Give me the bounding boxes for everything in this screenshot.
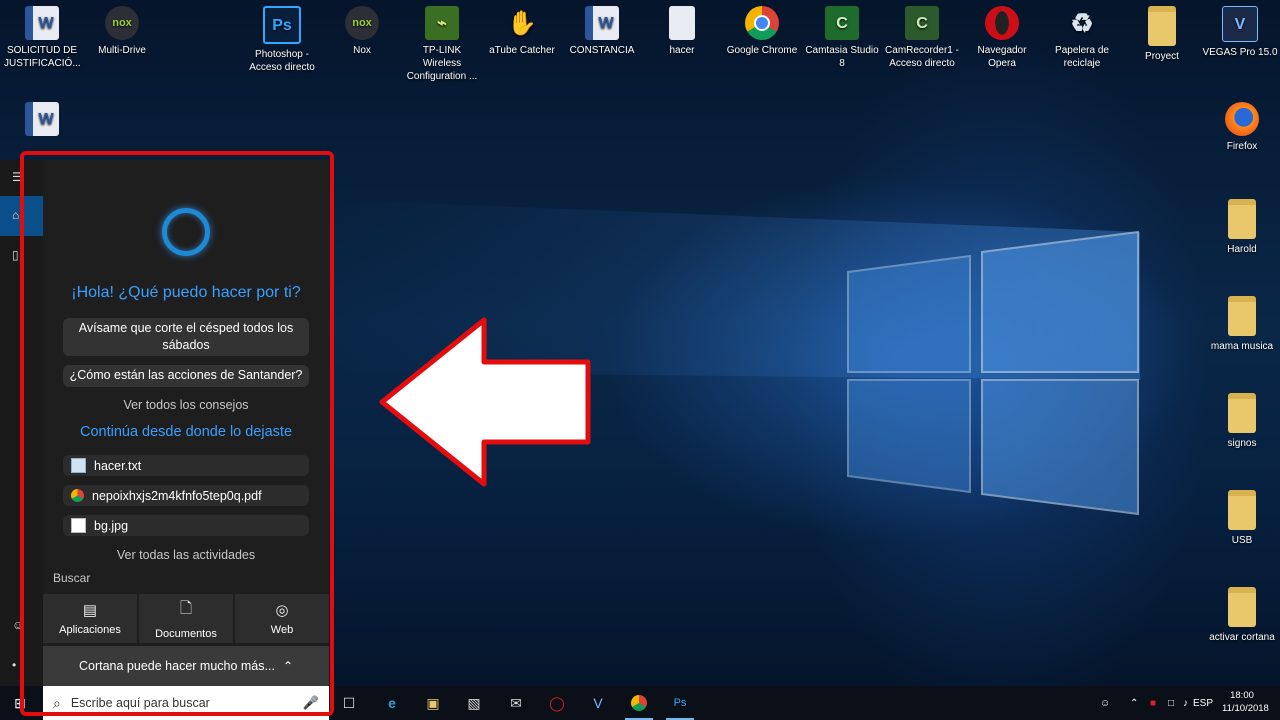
opera-icon [985,6,1019,40]
security-alert-icon[interactable]: ■ [1150,698,1156,709]
desktop-icon-mama-musica[interactable]: mama musica [1204,290,1280,353]
desktop-icon-label: CamRecorder1 - Acceso directo [885,45,959,69]
desktop-icon-label: Camtasia Studio 8 [805,45,879,69]
folder-icon [1228,587,1256,627]
desktop-icon-label: signos [1227,438,1257,449]
desktop-icon-hacer[interactable]: hacer [644,0,720,57]
desktop-icon-label: aTube Catcher [489,45,555,56]
desktop-icon-atube[interactable]: ✋ aTube Catcher [484,0,560,57]
desktop-icon-label: Proyect [1145,51,1179,62]
photoshop-icon: Ps [263,6,301,44]
desktop-icon-nox[interactable]: nox Nox [324,0,400,57]
word-doc-icon: W [25,6,59,40]
taskbar-clock[interactable]: 18:00 11/10/2018 [1222,689,1269,715]
desktop-icon-label: Google Chrome [726,45,798,56]
folder-icon [1228,296,1256,336]
desktop-icon-multi-drive[interactable]: nox Multi-Drive [84,0,160,57]
photoshop-icon[interactable]: Ps [666,693,694,720]
camrecorder-icon: C [905,6,939,40]
desktop-icon-activar-cortana[interactable]: activar cortana [1204,581,1280,644]
desktop-icon-label: Navegador Opera [977,45,1027,69]
desktop-icon-photoshop[interactable]: Ps Photoshop - Acceso directo [244,0,320,74]
desktop-icon-opera[interactable]: Navegador Opera [964,0,1040,70]
chrome-icon[interactable] [625,693,653,720]
folder-icon [1148,6,1176,46]
desktop-icon-solicitud[interactable]: W SOLICITUD DE JUSTIFICACIÓ... [4,0,81,70]
desktop-icon-harold[interactable]: Harold [1204,193,1280,256]
pointer-arrow [379,317,591,487]
desktop-icon-label: CONSTANCIA [569,45,635,56]
store-icon[interactable]: ▧ [464,693,484,713]
highlight-frame [20,151,334,716]
recycle-bin-icon: ♻ [1070,7,1094,38]
desktop-icon-recycle-bin[interactable]: ♻ Papelera de reciclaje [1044,0,1120,70]
folder-icon [1228,393,1256,433]
desktop-icon-label: mama musica [1210,341,1274,352]
vegas-icon: V [1222,6,1258,42]
camtasia-icon: C [825,6,859,40]
people-icon[interactable]: ☺ [1100,698,1110,709]
task-view-icon[interactable]: ☐ [339,693,359,713]
desktop-icon-signos[interactable]: signos [1204,387,1280,450]
desktop-icon-label: hacer [669,45,695,56]
folder-icon [1228,199,1256,239]
desktop-icon-label: Nox [353,45,371,56]
desktop-icon-label: SOLICITUD DE JUSTIFICACIÓ... [4,45,81,69]
desktop-icon-tplink[interactable]: ⌁ TP-LINK Wireless Configuration ... [404,0,480,83]
language-indicator[interactable]: ESP [1193,698,1213,709]
home-icon: ⌂ [12,208,20,222]
network-icon[interactable]: □ [1168,698,1174,709]
tplink-icon: ⌁ [425,6,459,40]
desktop-icon-label: TP-LINK Wireless Configuration ... [406,45,478,82]
file-explorer-icon[interactable]: ▣ [423,693,443,713]
clock-time: 18:00 [1230,690,1254,701]
folder-icon [1228,490,1256,530]
volume-icon[interactable]: ♪ [1183,698,1188,709]
nox-multidrive-icon: nox [105,6,139,40]
chevron-up-icon[interactable]: ⌃ [1130,698,1138,709]
atube-catcher-icon: ✋ [507,9,537,37]
desktop-icon-proyect[interactable]: Proyect [1124,0,1200,63]
desktop-icon-constancia[interactable]: W CONSTANCIA [564,0,640,57]
desktop-icon-camrecorder[interactable]: C CamRecorder1 - Acceso directo [884,0,960,70]
desktop-icon-usb[interactable]: USB [1204,484,1280,547]
nox-icon: nox [345,6,379,40]
firefox-icon [1225,102,1259,136]
desktop-icon-label: USB [1231,535,1253,546]
edge-icon[interactable]: e [382,693,402,713]
vegas-icon[interactable]: V [588,693,608,713]
desktop-icon-label: Multi-Drive [98,45,146,56]
clock-date: 11/10/2018 [1222,703,1269,714]
mail-icon[interactable]: ✉ [506,693,526,713]
desktop-icon-label: Harold [1227,244,1257,255]
desktop-icon-label: VEGAS Pro 15.0 [1202,47,1278,58]
desktop-icon-label: activar cortana [1209,632,1275,643]
word-doc-icon: W [25,102,59,136]
desktop-icon-word-doc[interactable]: W [4,96,80,140]
word-doc-icon: W [585,6,619,40]
text-file-icon [669,6,695,40]
desktop-icon-label: Firefox [1226,141,1258,152]
desktop-icon-label: Papelera de reciclaje [1055,45,1109,69]
desktop-icon-chrome[interactable]: Google Chrome [724,0,800,57]
opera-icon[interactable]: ◯ [547,693,567,713]
desktop-icon-camtasia[interactable]: C Camtasia Studio 8 [804,0,880,70]
notebook-icon[interactable]: ▯ [12,248,19,262]
person-icon[interactable]: • [12,658,16,672]
desktop-icon-label: Photoshop - Acceso directo [249,49,315,73]
chrome-icon [745,6,779,40]
desktop-icon-firefox[interactable]: Firefox [1204,96,1280,153]
desktop-icon-vegas[interactable]: V VEGAS Pro 15.0 [1202,0,1278,59]
